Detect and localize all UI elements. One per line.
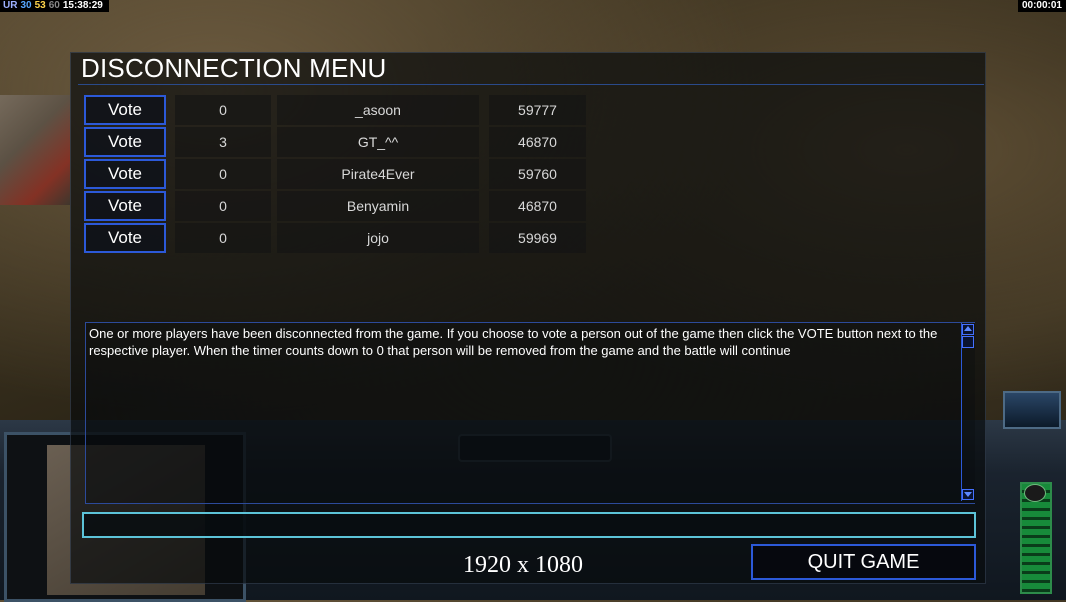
player-ping: 46870	[489, 191, 586, 221]
player-ping: 46870	[489, 127, 586, 157]
player-ping: 59760	[489, 159, 586, 189]
player-name: GT_^^	[277, 127, 479, 157]
menu-title: DISCONNECTION MENU	[81, 53, 387, 83]
scroll-thumb[interactable]	[962, 336, 974, 348]
disconnect-message: One or more players have been disconnect…	[89, 326, 938, 358]
satellite-icon[interactable]	[1003, 391, 1061, 429]
chat-input[interactable]	[82, 512, 976, 538]
vote-count: 3	[175, 127, 271, 157]
scroll-down-icon[interactable]	[962, 489, 974, 500]
title-divider	[78, 84, 984, 85]
hud-value-3: 60	[48, 0, 60, 11]
player-name: Benyamin	[277, 191, 479, 221]
resolution-label: 1920 x 1080	[463, 552, 583, 578]
rank-star-icon	[1024, 484, 1046, 502]
vote-button[interactable]: Vote	[84, 191, 166, 221]
message-scrollbar[interactable]	[961, 323, 976, 501]
vote-count: 0	[175, 191, 271, 221]
player-name: Pirate4Ever	[277, 159, 479, 189]
vote-button[interactable]: Vote	[84, 95, 166, 125]
hud-clock: 15:38:29	[62, 0, 103, 11]
vote-button[interactable]: Vote	[84, 159, 166, 189]
hud-stats: UR 30 53 60 15:38:29	[0, 0, 109, 12]
player-ping: 59969	[489, 223, 586, 253]
message-box: One or more players have been disconnect…	[85, 322, 975, 504]
player-name: jojo	[277, 223, 479, 253]
base-structure	[0, 95, 70, 205]
player-name: _asoon	[277, 95, 479, 125]
hud-ur-label: UR	[3, 0, 18, 11]
quit-game-button[interactable]: QUIT GAME	[751, 544, 976, 580]
vote-count: 0	[175, 223, 271, 253]
vote-button[interactable]: Vote	[84, 127, 166, 157]
vote-count: 0	[175, 159, 271, 189]
vote-count: 0	[175, 95, 271, 125]
hud-value-2: 53	[34, 0, 46, 11]
game-timer: 00:00:01	[1017, 0, 1066, 12]
hud-value-1: 30	[20, 0, 32, 11]
player-ping: 59777	[489, 95, 586, 125]
scroll-up-icon[interactable]	[962, 324, 974, 335]
vote-button[interactable]: Vote	[84, 223, 166, 253]
